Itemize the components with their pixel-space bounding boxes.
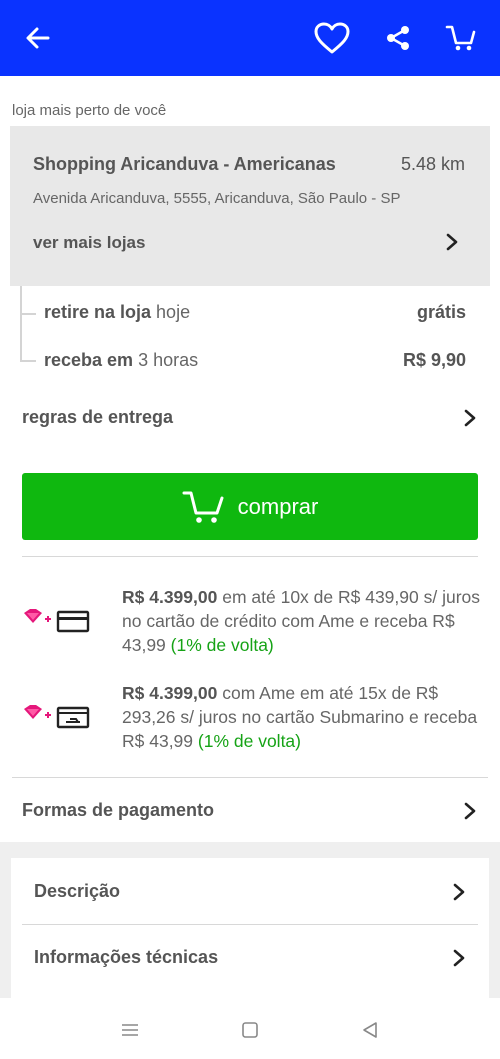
cart-icon (182, 491, 224, 523)
delivery-option-price: grátis (416, 302, 466, 322)
payment-methods-link[interactable]: Formas de pagamento (22, 800, 214, 821)
technical-info-item[interactable]: Informações técnicas (34, 947, 467, 968)
home-square-icon[interactable] (238, 1018, 262, 1042)
chevron-right-icon[interactable] (462, 801, 478, 821)
tree-connector (20, 286, 22, 360)
delivery-option-time: hoje (151, 302, 191, 322)
delivery-option-pickup: retire na loja hoje grátis (44, 302, 466, 323)
delivery-option-time: 3 horas (133, 350, 199, 370)
delivery-option-express: receba em 3 horas R$ 9,90 (44, 350, 466, 371)
divider (22, 924, 478, 925)
store-card[interactable]: Shopping Aricanduva - Americanas 5.48 km… (10, 126, 490, 286)
buy-button-label: comprar (237, 493, 319, 519)
description-item[interactable]: Descrição (34, 881, 467, 902)
divider (12, 777, 488, 778)
offer-price: R$ 4.399,00 (122, 587, 218, 607)
chevron-right-icon[interactable] (444, 232, 460, 252)
tree-connector (20, 360, 36, 362)
payment-offer-text: R$ 4.399,00 com Ame em até 15x de R$ 293… (122, 681, 482, 753)
tree-connector (20, 313, 36, 315)
cashback-text: (1% de volta) (170, 635, 274, 655)
chevron-right-icon[interactable] (451, 948, 467, 968)
chevron-right-icon[interactable] (451, 882, 467, 902)
delivery-option-price: R$ 9,90 (402, 350, 466, 370)
delivery-option-label: retire na loja (44, 302, 152, 322)
ame-credit-card-icon (24, 609, 90, 633)
buy-button[interactable]: comprar (22, 473, 478, 540)
system-navigation-bar (0, 1000, 500, 1059)
back-arrow-icon[interactable] (18, 18, 58, 58)
ame-store-card-icon (24, 705, 90, 729)
payment-offer-text: R$ 4.399,00 em até 10x de R$ 439,90 s/ j… (122, 585, 482, 657)
heart-icon[interactable] (312, 18, 352, 58)
divider (22, 556, 478, 557)
top-app-bar (0, 0, 500, 76)
offer-price: R$ 4.399,00 (122, 683, 218, 703)
store-name: Shopping Aricanduva - Americanas (33, 154, 336, 174)
delivery-rules-link[interactable]: regras de entrega (22, 407, 173, 428)
back-triangle-icon[interactable] (358, 1018, 382, 1042)
cashback-text: (1% de volta) (197, 731, 301, 751)
chevron-right-icon[interactable] (462, 408, 478, 428)
nearest-store-label: loja mais perto de você (12, 102, 167, 119)
share-icon[interactable] (378, 18, 418, 58)
menu-icon[interactable] (118, 1018, 142, 1042)
delivery-option-label: receba em (44, 350, 134, 370)
cart-icon[interactable] (441, 18, 481, 58)
product-info-card: Descrição Informações técnicas (11, 858, 489, 998)
more-stores-link[interactable]: ver mais lojas (33, 233, 145, 253)
store-distance: 5.48 km (400, 154, 465, 174)
store-address: Avenida Aricanduva, 5555, Aricanduva, Sã… (33, 190, 401, 207)
